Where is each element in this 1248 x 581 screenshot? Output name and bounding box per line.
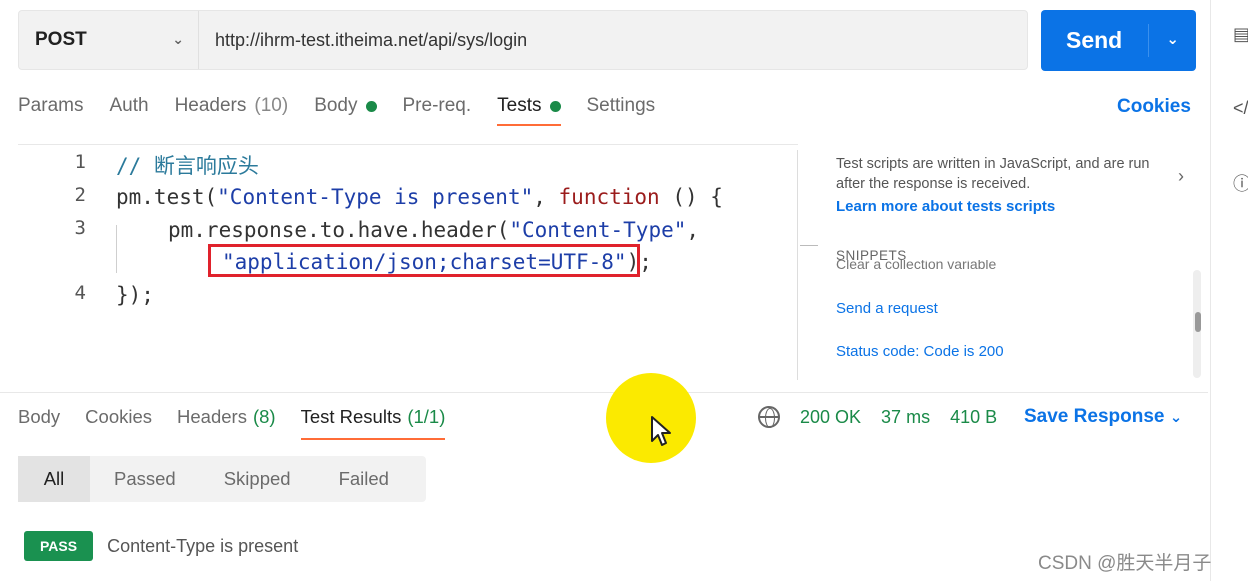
code-token: pm.test( [116,185,218,209]
tab-label: Body [314,95,358,116]
response-tabs: Body Cookies Headers (8) Test Results (1/1… [18,406,445,440]
send-label: Send [1066,27,1123,53]
status-dot-icon [549,100,561,112]
tab-count: (10) [254,95,289,116]
chevron-down-icon[interactable]: ⌄ [1166,30,1179,48]
request-tabs: Params Auth Headers (10) Body Pre-req. Te… [18,94,655,126]
filter-passed[interactable]: Passed [90,456,200,502]
save-response-button[interactable]: Save Response ⌄ [1024,406,1182,428]
response-meta: 200 OK 37 ms 410 B [758,406,997,428]
snippets-panel: Test scripts are written in JavaScript, … [820,148,1200,378]
code-token: pm.response.to.have.header( [168,218,510,242]
watermark: CSDN @胜天半月子 [1038,553,1212,574]
indent-guide [116,225,117,273]
filter-skipped[interactable]: Skipped [200,456,315,502]
highlight-box [208,244,640,277]
tab-label: Pre-req. [402,95,472,116]
code-comment: // 断言响应头 [116,154,259,178]
tab-label: Params [18,95,84,116]
chevron-down-icon: ⌄ [172,31,184,47]
send-divider [1148,24,1149,57]
code-text: pm.response.to.have.header("Content-Type… [168,218,699,242]
code-string: "Content-Type is present" [217,185,534,209]
pass-badge: PASS [24,531,94,561]
method-select[interactable]: POST ⌄ [19,11,199,69]
learn-more-link[interactable]: Learn more about tests scripts [836,198,1055,215]
tab-label: Body [18,406,61,427]
line-number: 4 [74,282,86,304]
filter-all[interactable]: All [18,456,90,502]
snippet-status-code[interactable]: Status code: Code is 200 [836,343,1004,360]
code-keyword: function [558,185,660,209]
tab-label: Cookies [85,406,153,427]
line-number: 3 [74,217,86,239]
tab-headers[interactable]: Headers (10) [175,94,289,126]
chevron-down-icon: ⌄ [1169,409,1183,426]
tab-pre-request[interactable]: Pre-req. [403,94,472,126]
tab-settings[interactable]: Settings [587,94,656,126]
status-code[interactable]: 200 OK [800,407,861,428]
tab-response-cookies[interactable]: Cookies [85,406,152,440]
comment-icon[interactable]: ▤ [1233,24,1248,45]
results-filter: All Passed Skipped Failed [18,456,426,502]
send-button[interactable]: Send ⌄ [1041,10,1196,71]
cookies-link[interactable]: Cookies [1117,96,1191,118]
tab-params[interactable]: Params [18,94,83,126]
tab-label: Test Results [300,406,402,427]
line-number: 2 [74,184,86,206]
filter-failed[interactable]: Failed [315,456,413,502]
test-name: Content-Type is present [107,535,299,556]
tab-body[interactable]: Body [314,94,377,126]
tab-test-results[interactable]: Test Results (1/1) [300,406,446,440]
tab-response-headers[interactable]: Headers (8) [177,406,276,440]
test-result-row: PASS Content-Type is present [24,531,298,561]
chevron-right-icon[interactable]: › [1178,166,1184,187]
mouse-cursor-icon [651,416,671,446]
code-text: }); [116,283,154,307]
code-text: pm.test("Content-Type is present", funct… [116,185,723,209]
snippet-send-request[interactable]: Send a request [836,300,938,317]
code-string: "Content-Type" [509,218,687,242]
url-input[interactable]: http://ihrm-test.itheima.net/api/sys/log… [215,11,527,69]
code-token: , [533,185,559,209]
globe-icon[interactable] [758,406,780,428]
tab-tests[interactable]: Tests [497,94,561,126]
tab-label: Auth [109,95,149,116]
method-label: POST [35,29,87,50]
tab-label: Headers [177,406,247,427]
info-icon[interactable]: ⓘ [1233,170,1248,196]
save-response-label: Save Response [1024,406,1165,427]
line-number: 1 [74,151,86,173]
tab-response-body[interactable]: Body [18,406,60,440]
tab-label: Headers [174,95,247,116]
status-dot-icon [365,100,377,112]
response-time[interactable]: 37 ms [881,407,930,428]
editor-divider[interactable] [797,150,798,380]
tab-count: (8) [252,406,276,427]
tab-auth[interactable]: Auth [109,94,148,126]
snippets-title: SNIPPETS [836,248,907,263]
code-token: , [686,218,700,242]
tests-description: Test scripts are written in JavaScript, … [836,156,1150,192]
code-icon[interactable]: </ [1233,98,1248,119]
editor-ruler [800,245,818,246]
pane-divider[interactable] [0,392,1208,393]
tab-label: Tests [497,95,542,116]
scrollbar-thumb[interactable] [1195,312,1201,332]
request-bar: POST ⌄ http://ihrm-test.itheima.net/api/… [18,10,1028,70]
tab-count: (1/1) [407,406,446,427]
response-size[interactable]: 410 B [950,407,997,428]
right-sidebar: ▤ </ ⓘ [1210,0,1248,581]
code-token: () { [659,185,723,209]
tab-label: Settings [586,95,656,116]
